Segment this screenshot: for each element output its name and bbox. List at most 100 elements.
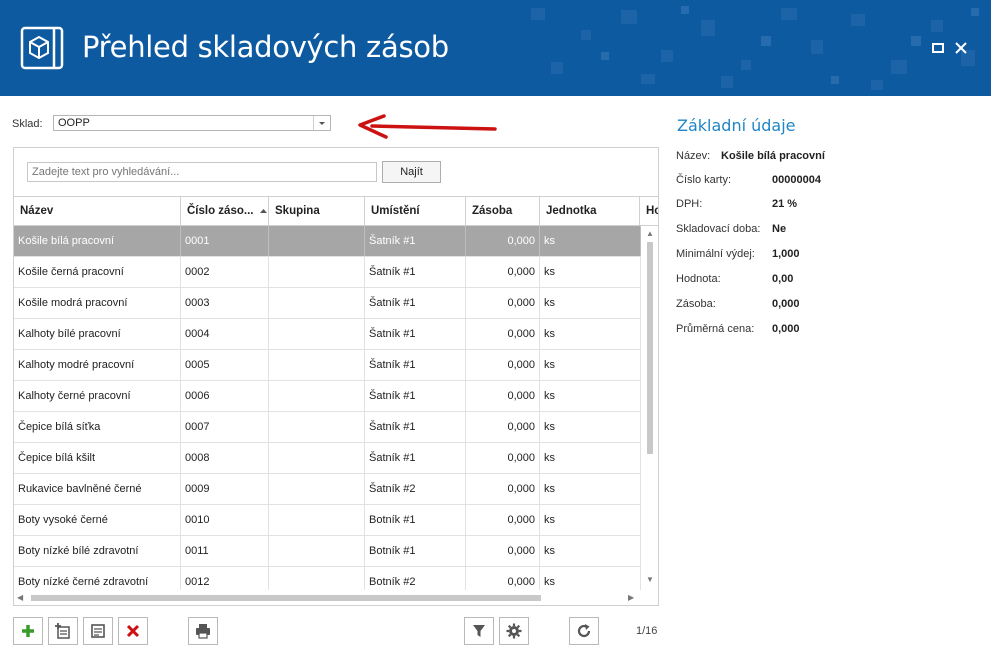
table-row[interactable]: Košile modrá pracovní 0003 Šatník #1 0,000 k…	[14, 288, 641, 319]
cell-cislo: 0003	[181, 288, 269, 318]
cell-zasoba: 0,000	[466, 412, 540, 442]
print-icon	[196, 624, 210, 639]
cell-zasoba: 0,000	[466, 288, 540, 318]
cell-skupina	[269, 474, 365, 504]
scroll-right-icon[interactable]: ▶	[628, 593, 634, 602]
search-input[interactable]	[27, 162, 377, 182]
sklad-value: OOPP	[58, 117, 90, 129]
column-header-skupina[interactable]: Skupina	[269, 197, 365, 225]
details-title: Základní údaje	[677, 116, 796, 135]
cell-cislo: 0004	[181, 319, 269, 349]
cell-nazev: Boty nízké černé zdravotní	[14, 567, 181, 590]
column-header-cislo[interactable]: Číslo záso...	[181, 197, 269, 225]
vertical-scroll-thumb[interactable]	[647, 242, 653, 454]
table-row[interactable]: Kalhoty bílé pracovní 0004 Šatník #1 0,000 k…	[14, 319, 641, 350]
cell-umisteni: Šatník #1	[365, 319, 466, 349]
cell-nazev: Boty nízké bílé zdravotní	[14, 536, 181, 566]
column-header-jednotka[interactable]: Jednotka	[540, 197, 640, 225]
table-row[interactable]: Boty nízké černé zdravotní 0012 Botník #2 0…	[14, 567, 641, 590]
detail-value-nazev: Košile bílá pracovní	[721, 150, 825, 162]
cell-zasoba: 0,000	[466, 567, 540, 590]
scroll-down-icon[interactable]: ▼	[646, 575, 654, 584]
edit-button[interactable]	[83, 617, 113, 645]
table-row[interactable]: Boty nízké bílé zdravotní 0011 Botník #1 0,…	[14, 536, 641, 567]
cell-jednotka: ks	[540, 381, 641, 411]
cell-jednotka: ks	[540, 226, 641, 256]
add-button[interactable]	[13, 617, 43, 645]
column-header-nazev[interactable]: Název	[14, 197, 181, 225]
cell-umisteni: Šatník #1	[365, 226, 466, 256]
column-header-umisteni[interactable]: Umístění	[365, 197, 466, 225]
cell-cislo: 0007	[181, 412, 269, 442]
window-header: Přehled skladových zásob	[0, 0, 991, 96]
cell-umisteni: Šatník #1	[365, 288, 466, 318]
cell-skupina	[269, 319, 365, 349]
settings-button[interactable]	[499, 617, 529, 645]
detail-value-hodnota: 0,00	[772, 273, 794, 285]
add-icon	[22, 625, 34, 637]
table-row[interactable]: Kalhoty černé pracovní 0006 Šatník #1 0,000…	[14, 381, 641, 412]
warehouse-box-icon	[20, 26, 64, 70]
cell-umisteni: Šatník #1	[365, 350, 466, 380]
table-row[interactable]: Čepice bílá síťka 0007 Šatník #1 0,000 ks	[14, 412, 641, 443]
cell-zasoba: 0,000	[466, 350, 540, 380]
chevron-down-icon[interactable]	[313, 116, 330, 130]
add-subitem-icon	[55, 623, 70, 639]
cell-zasoba: 0,000	[466, 536, 540, 566]
cell-nazev: Čepice bílá síťka	[14, 412, 181, 442]
cell-cislo: 0011	[181, 536, 269, 566]
print-button[interactable]	[188, 617, 218, 645]
column-header-hodnota[interactable]: Ho	[640, 197, 658, 225]
scroll-left-icon[interactable]: ◀	[17, 593, 23, 602]
filter-icon	[473, 625, 485, 637]
cell-nazev: Košile černá pracovní	[14, 257, 181, 287]
cell-zasoba: 0,000	[466, 505, 540, 535]
table-row[interactable]: Kalhoty modré pracovní 0005 Šatník #1 0,000…	[14, 350, 641, 381]
detail-value-minimalni-vydej: 1,000	[772, 248, 800, 260]
find-button[interactable]: Najít	[382, 161, 441, 183]
detail-value-cislo-karty: 00000004	[772, 174, 821, 186]
settings-icon	[506, 623, 522, 639]
column-header-zasoba[interactable]: Zásoba	[466, 197, 540, 225]
vertical-scrollbar[interactable]: ▲ ▼	[642, 226, 658, 590]
cell-umisteni: Šatník #1	[365, 412, 466, 442]
detail-label-nazev: Název:	[676, 150, 711, 162]
cell-nazev: Košile bílá pracovní	[14, 226, 181, 256]
table-row[interactable]: Čepice bílá kšilt 0008 Šatník #1 0,000 ks	[14, 443, 641, 474]
cell-jednotka: ks	[540, 567, 641, 590]
cell-skupina	[269, 288, 365, 318]
cell-zasoba: 0,000	[466, 226, 540, 256]
delete-button[interactable]	[118, 617, 148, 645]
cell-umisteni: Šatník #1	[365, 381, 466, 411]
table-row[interactable]: Košile bílá pracovní 0001 Šatník #1 0,000 ks	[14, 226, 641, 257]
cell-umisteni: Botník #2	[365, 567, 466, 590]
horizontal-scrollbar[interactable]: ◀ ▶	[14, 590, 641, 605]
cell-skupina	[269, 226, 365, 256]
scroll-up-icon[interactable]: ▲	[646, 229, 654, 238]
cell-skupina	[269, 412, 365, 442]
cell-jednotka: ks	[540, 474, 641, 504]
cell-jednotka: ks	[540, 505, 641, 535]
cell-umisteni: Šatník #2	[365, 474, 466, 504]
cell-jednotka: ks	[540, 350, 641, 380]
maximize-icon[interactable]	[930, 40, 946, 56]
table-row[interactable]: Boty vysoké černé 0010 Botník #1 0,000 ks	[14, 505, 641, 536]
cell-jednotka: ks	[540, 536, 641, 566]
sklad-dropdown[interactable]: OOPP	[53, 115, 331, 131]
filter-button[interactable]	[464, 617, 494, 645]
cell-jednotka: ks	[540, 412, 641, 442]
refresh-icon	[577, 624, 591, 638]
table-row[interactable]: Rukavice bavlněné černé 0009 Šatník #2 0,00…	[14, 474, 641, 505]
close-icon[interactable]	[953, 40, 969, 56]
cell-skupina	[269, 567, 365, 590]
cell-nazev: Čepice bílá kšilt	[14, 443, 181, 473]
cell-cislo: 0001	[181, 226, 269, 256]
cell-cislo: 0008	[181, 443, 269, 473]
add-subitem-button[interactable]	[48, 617, 78, 645]
cell-nazev: Rukavice bavlněné černé	[14, 474, 181, 504]
horizontal-scroll-thumb[interactable]	[31, 595, 541, 601]
cell-umisteni: Botník #1	[365, 505, 466, 535]
refresh-button[interactable]	[569, 617, 599, 645]
table-row[interactable]: Košile černá pracovní 0002 Šatník #1 0,000 k…	[14, 257, 641, 288]
detail-label-cislo-karty: Číslo karty:	[676, 174, 732, 186]
